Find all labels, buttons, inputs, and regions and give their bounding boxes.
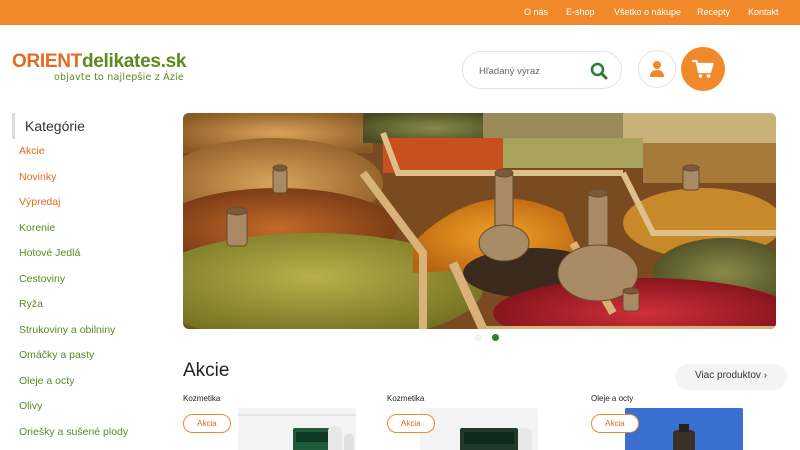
category-item-hotove-jedla[interactable]: Hotové Jedlá bbox=[12, 241, 162, 267]
topnav-item-vsetko-o-nakupe[interactable]: Všetko o nákupe bbox=[614, 0, 681, 25]
category-item-omacky[interactable]: Omáčky a pasty bbox=[12, 343, 162, 369]
cart-button[interactable] bbox=[681, 47, 725, 91]
topnav-item-kontakt[interactable]: Kontakt bbox=[748, 0, 779, 25]
category-item-orieskly[interactable]: Oriešky a sušené plody bbox=[12, 420, 162, 446]
product-category: Kozmetika bbox=[387, 394, 425, 403]
category-item-ryza[interactable]: Ryža bbox=[12, 292, 162, 318]
section-title: Akcie bbox=[183, 360, 230, 381]
slider-dot-1[interactable] bbox=[475, 334, 482, 341]
product-category: Oleje a octy bbox=[591, 394, 634, 403]
oil-bottle-image bbox=[625, 408, 743, 450]
slider-dot-2[interactable] bbox=[492, 334, 499, 341]
site-logo[interactable]: ORIENTdelikates.sk objavte to najlepšie … bbox=[12, 51, 187, 84]
topnav-item-recepty[interactable]: Recepty bbox=[697, 0, 730, 25]
user-icon bbox=[650, 61, 664, 77]
sale-badge: Akcia bbox=[183, 414, 231, 433]
spice-market-image bbox=[183, 113, 776, 329]
category-item-novinky[interactable]: Novinky bbox=[12, 165, 162, 191]
category-item-oleje[interactable]: Oleje a octy bbox=[12, 369, 162, 395]
category-sidebar: Kategórie Akcie Novinky Výpredaj Korenie… bbox=[12, 113, 162, 445]
logo-delikates-text: delikates bbox=[81, 51, 161, 72]
product-card[interactable]: Kozmetika Akcia bbox=[183, 394, 383, 450]
product-category: Kozmetika bbox=[183, 394, 221, 403]
category-list: Akcie Novinky Výpredaj Korenie Hotové Je… bbox=[12, 139, 162, 445]
argan-bottle-image bbox=[238, 408, 356, 450]
product-image bbox=[625, 408, 743, 450]
category-item-cestoviny[interactable]: Cestoviny bbox=[12, 267, 162, 293]
search-icon bbox=[590, 62, 608, 80]
sale-badge: Akcia bbox=[387, 414, 435, 433]
category-item-akcie[interactable]: Akcie bbox=[12, 139, 162, 165]
hero-banner[interactable] bbox=[183, 113, 776, 329]
top-bar: O nás E-shop Všetko o nákupe Recepty Kon… bbox=[0, 0, 800, 25]
product-card[interactable]: Kozmetika Akcia bbox=[387, 394, 587, 450]
category-item-strukoviny[interactable]: Strukoviny a obilniny bbox=[12, 318, 162, 344]
search-box bbox=[462, 51, 622, 89]
category-item-vypredaj[interactable]: Výpredaj bbox=[12, 190, 162, 216]
category-title: Kategórie bbox=[12, 113, 162, 139]
category-item-olivy[interactable]: Olivy bbox=[12, 394, 162, 420]
sale-badge: Akcia bbox=[591, 414, 639, 433]
argan-bottle-image bbox=[420, 408, 538, 450]
topnav-item-e-shop[interactable]: E-shop bbox=[566, 0, 595, 25]
more-products-button[interactable]: Viac produktov › bbox=[676, 364, 786, 388]
cart-icon bbox=[692, 59, 714, 78]
account-button[interactable] bbox=[638, 50, 676, 88]
topnav-item-o-nas[interactable]: O nás bbox=[524, 0, 548, 25]
slider-dots bbox=[475, 334, 499, 341]
logo-tld-text: .sk bbox=[160, 51, 187, 72]
search-button[interactable] bbox=[589, 61, 609, 81]
logo-tagline: objavte to najlepšie z Ázie bbox=[54, 72, 184, 83]
product-card[interactable]: Oleje a octy Akcia bbox=[591, 394, 791, 450]
category-item-korenie[interactable]: Korenie bbox=[12, 216, 162, 242]
product-image bbox=[420, 408, 538, 450]
logo-orient-text: ORIENT bbox=[12, 51, 82, 72]
search-input[interactable] bbox=[479, 62, 589, 80]
product-image bbox=[238, 408, 356, 450]
